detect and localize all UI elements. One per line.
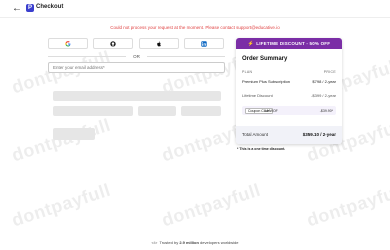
plan-price: $798 / 2-year xyxy=(312,79,336,84)
loading-placeholder xyxy=(138,106,176,116)
price-column-header: PRICE xyxy=(323,70,336,74)
google-icon xyxy=(65,40,71,47)
discount-note: * This is a one time discount. xyxy=(237,147,286,151)
watermark: dontpayfull xyxy=(304,179,390,231)
coupon-code: 3-HWOF xyxy=(264,109,278,113)
watermark: dontpayfull xyxy=(9,179,113,231)
plan-row: Premium Plus Subscription $798 / 2-year xyxy=(242,79,336,84)
apple-icon xyxy=(157,41,161,46)
code-icon: </> xyxy=(151,240,158,245)
discount-row: Lifetime Discount -$399 / 2-year xyxy=(242,93,336,98)
footer-count: 2.9 million xyxy=(179,240,199,245)
linkedin-icon xyxy=(201,40,207,47)
footer-prefix: Trusted by xyxy=(159,240,179,245)
footer-suffix: developers worldwide xyxy=(200,240,239,245)
summary-header-row: PLAN PRICE xyxy=(242,70,336,74)
top-bar: ← P Checkout xyxy=(0,0,390,18)
discount-value: -$399 / 2-year xyxy=(311,93,336,98)
discount-label: Lifetime Discount xyxy=(242,93,273,98)
email-input[interactable] xyxy=(48,62,225,73)
total-value: $359.10 / 2-year xyxy=(302,132,336,137)
order-summary-title: Order Summary xyxy=(242,56,288,62)
page-title: Checkout xyxy=(36,4,64,10)
loading-placeholder xyxy=(53,91,221,101)
plan-column-header: PLAN xyxy=(242,70,253,74)
or-divider: OR xyxy=(48,54,225,59)
loading-placeholder xyxy=(53,128,95,140)
watermark: dontpayfull xyxy=(9,114,113,166)
error-alert: Could not process your request at the mo… xyxy=(110,25,280,30)
arrow-left-icon[interactable]: ← xyxy=(12,3,22,14)
total-row: Total Amount $359.10 / 2-year xyxy=(236,126,342,144)
plan-name: Premium Plus Subscription xyxy=(242,79,291,84)
loading-placeholder xyxy=(181,106,221,116)
github-icon xyxy=(110,40,116,47)
loading-placeholder xyxy=(53,106,133,116)
discount-banner-text: LIFETIME DISCOUNT - 50% OFF xyxy=(256,41,331,46)
github-signin-button[interactable] xyxy=(93,38,133,49)
linkedin-signin-button[interactable] xyxy=(184,38,224,49)
order-summary-panel: ⚡ LIFETIME DISCOUNT - 50% OFF Order Summ… xyxy=(236,38,342,144)
brand-logo: P xyxy=(26,4,34,12)
coupon-value: -$39.90* xyxy=(319,109,333,113)
discount-banner: ⚡ LIFETIME DISCOUNT - 50% OFF xyxy=(236,38,342,49)
trust-footer: </> Trusted by 2.9 million developers wo… xyxy=(0,240,390,245)
apple-signin-button[interactable] xyxy=(139,38,179,49)
total-label: Total Amount xyxy=(242,132,269,137)
coupon-row: Coupon Code 3-HWOF -$39.90* xyxy=(242,106,336,115)
tag-icon: ⚡ xyxy=(247,40,255,47)
watermark: dontpayfull xyxy=(159,179,263,231)
google-signin-button[interactable] xyxy=(48,38,88,49)
